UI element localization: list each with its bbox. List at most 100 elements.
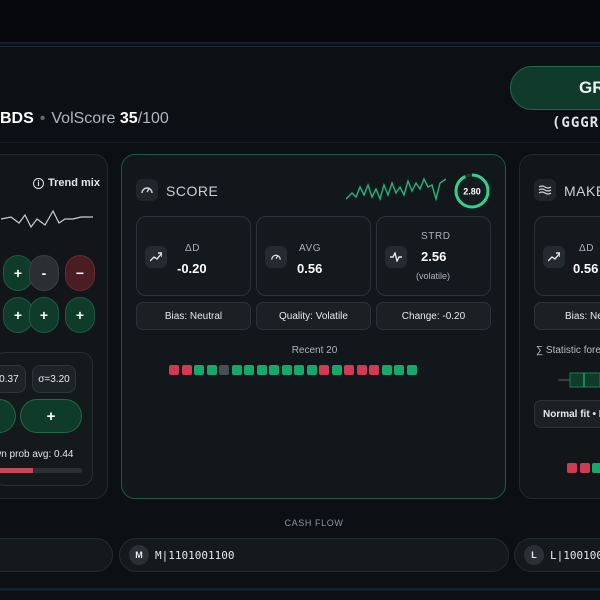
mu-chip: =0.37 [0, 365, 26, 393]
button-label: − [75, 265, 85, 281]
app-root: GR (GGGR BDS • VolScore 35/100 i Trend mix… [0, 0, 600, 600]
decrease-button[interactable]: − [65, 255, 95, 291]
prob-avg-text: wn prob avg: 0.44 [0, 449, 74, 460]
make-card: MAKE ΔD 0.56 Bias: Ne ∑ Statistic fore N… [519, 154, 600, 499]
change-info: Change: -0.20 [376, 302, 491, 330]
increase-button-3[interactable]: + [29, 297, 59, 333]
recent-result-square [331, 365, 342, 375]
recent-result-square [281, 365, 292, 375]
stat-label: ΔD [185, 243, 201, 254]
button-label: + [39, 307, 49, 323]
increase-button-4[interactable]: + [65, 297, 95, 333]
recent-result-square [206, 365, 217, 375]
prob-bar [0, 468, 82, 473]
add-button-label: + [46, 407, 56, 425]
ticker-subtitle: (GGGR [552, 115, 600, 131]
score-card: SCORE 2.80 ΔD -0.20 AVG 0.56 STRD 2.56 (… [121, 154, 506, 499]
recent-result-square [256, 365, 267, 375]
cash-flow-badge: M [129, 545, 149, 565]
trend-up-icon [543, 246, 565, 268]
forecast-range-chart [558, 372, 600, 388]
cash-flow-badge: L [524, 545, 544, 565]
cash-flow-item-l[interactable]: L L|1001001 [514, 538, 600, 572]
bias-info: Bias: Neutral [136, 302, 251, 330]
recent-result-square [356, 365, 367, 375]
gauge-icon [136, 179, 158, 201]
recent-result-square [369, 365, 379, 375]
recent-result-square [406, 365, 417, 375]
prob-bar-fill [0, 468, 33, 473]
stat-value: 2.56 [421, 249, 447, 264]
info-icon: i [33, 177, 44, 189]
recent-result-square [319, 365, 329, 375]
stat-label: STRD [421, 231, 451, 242]
recent-result-square [592, 463, 600, 473]
headline-separator: • [39, 110, 46, 127]
recent-result-square [219, 365, 229, 375]
make-title: MAKE [564, 183, 600, 199]
trend-sparkline [1, 209, 93, 229]
recent-result-square [394, 365, 404, 375]
volscore-label: VolScore [51, 110, 116, 127]
recent-result-square [169, 365, 179, 375]
volscore-value: 35 [119, 110, 138, 127]
recent-result-square [567, 463, 577, 473]
recent-result-square [269, 365, 279, 375]
recent-result-square [381, 365, 392, 375]
score-ring: 2.80 [454, 173, 490, 209]
button-label: + [13, 265, 23, 281]
trend-up-icon [145, 246, 167, 268]
headline: BDS • VolScore 35/100 [0, 110, 169, 128]
recent-result-square [181, 365, 192, 375]
stat-label: ΔD [579, 243, 595, 254]
score-title: SCORE [166, 183, 219, 199]
recent-label: Recent 20 [291, 345, 338, 356]
recent-result-square [194, 365, 204, 375]
recent-result-square [579, 463, 590, 473]
recent-result-square [294, 365, 304, 375]
button-label: - [41, 265, 47, 281]
score-sparkline [346, 177, 446, 202]
cash-flow-code: M|1101001100 [155, 548, 235, 562]
recent-result-square [344, 365, 354, 375]
button-label: + [13, 307, 23, 323]
stat-box-delta: ΔD -0.20 [136, 216, 251, 296]
quality-info: Quality: Volatile [256, 302, 371, 330]
add-button-left[interactable] [0, 399, 16, 433]
make-stat-box: ΔD 0.56 [534, 216, 600, 296]
cash-flow-item[interactable] [0, 538, 113, 572]
stat-box-strd: STRD 2.56 (volatile) [376, 216, 491, 296]
volscore-max: /100 [137, 110, 169, 127]
gauge-icon [265, 246, 287, 268]
score-value: 2.80 [463, 187, 481, 197]
add-button[interactable]: + [20, 399, 82, 433]
section-divider [0, 142, 600, 143]
action-pill-button[interactable]: GR [510, 66, 600, 110]
waves-icon [534, 179, 556, 201]
cash-flow-item-m[interactable]: M M|1101001100 [119, 538, 509, 572]
headline-code: BDS [0, 110, 34, 127]
cash-flow-label: CASH FLOW [284, 518, 344, 528]
stat-box-avg: AVG 0.56 [256, 216, 371, 296]
trend-mix-label[interactable]: i Trend mix [33, 177, 100, 189]
pulse-icon [385, 246, 407, 268]
neutral-button[interactable]: - [29, 255, 59, 291]
top-bar [0, 0, 600, 44]
stat-value: 0.56 [573, 261, 599, 276]
statistic-forecast-text: ∑ Statistic fore [536, 345, 600, 356]
stat-subtext: (volatile) [416, 271, 451, 281]
normal-fit-label: Normal fit • P( [534, 400, 600, 428]
trend-card: i Trend mix + - − + + + =0.37 σ=3.20 + w… [0, 154, 108, 499]
cash-flow-code: L|1001001 [550, 548, 600, 562]
recent-result-square [231, 365, 242, 375]
stat-label: AVG [299, 243, 322, 254]
recent-result-square [306, 365, 317, 375]
recent-result-square [244, 365, 254, 375]
stat-value: -0.20 [177, 261, 207, 276]
header-divider [0, 46, 600, 47]
distribution-panel: =0.37 σ=3.20 + wn prob avg: 0.44 [0, 352, 93, 486]
make-bias-info: Bias: Ne [534, 302, 600, 330]
trend-mix-text: Trend mix [48, 177, 100, 189]
action-pill-label: GR [579, 78, 600, 97]
sigma-chip: σ=3.20 [32, 365, 76, 393]
